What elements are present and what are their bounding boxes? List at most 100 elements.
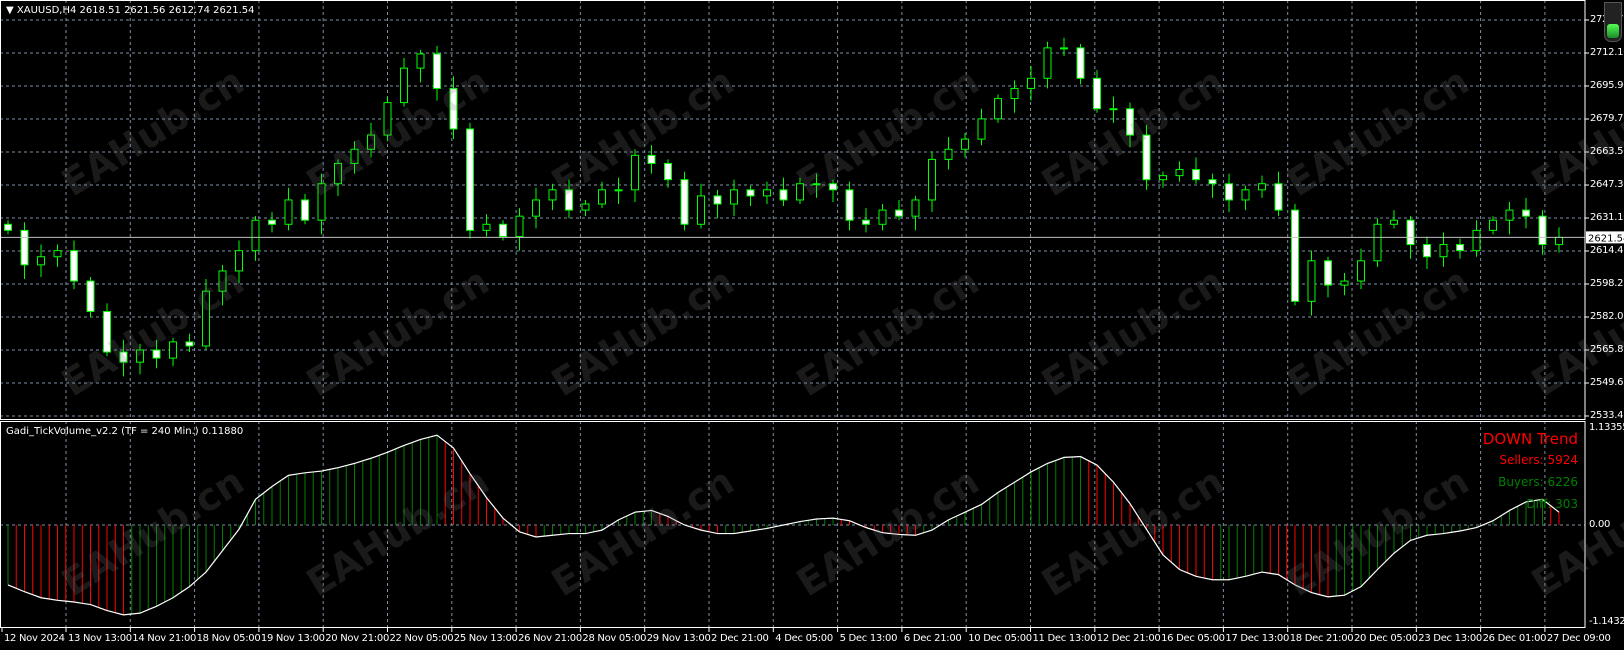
candle-bull: [317, 183, 326, 221]
candle-bear: [1225, 183, 1233, 201]
candle-bear: [1126, 108, 1134, 136]
candle-bull: [1307, 260, 1316, 302]
candle-bear: [1093, 77, 1101, 110]
candle-bear: [565, 189, 573, 211]
time-tick-label: 12 Nov 2024: [4, 633, 65, 644]
candle-bull: [1109, 108, 1118, 111]
candle-bull: [994, 98, 1002, 120]
trend-label: DOWN Trend: [1482, 430, 1578, 448]
candle-bull: [1489, 219, 1497, 231]
candle-bull: [812, 183, 821, 186]
time-tick-label: 16 Dec 05:00: [1161, 633, 1225, 644]
candle-bull: [961, 138, 969, 150]
candle-bull: [1555, 236, 1563, 246]
time-tick-label: 18 Dec 21:00: [1289, 633, 1354, 644]
time-tick-label: 10 Dec 05:00: [968, 633, 1032, 644]
time-tick-label: 19 Nov 13:00: [260, 633, 325, 644]
price-tick-label: 2565.85: [1590, 344, 1624, 355]
time-tick-label: 22 Nov 05:00: [389, 633, 454, 644]
chart-scale-slider[interactable]: [1604, 2, 1622, 42]
candle-bear: [829, 183, 837, 191]
time-tick-label: 20 Nov 21:00: [325, 633, 390, 644]
candle-bear: [466, 128, 474, 231]
candle-bull: [697, 195, 705, 225]
candle-bull: [37, 256, 45, 266]
candle-bull: [1373, 223, 1382, 262]
time-tick-label: 5 Dec 13:00: [839, 633, 898, 644]
candle-bull: [202, 290, 210, 347]
candle-bull: [944, 148, 953, 160]
candle-bear: [862, 219, 870, 225]
candle-bull: [1390, 219, 1398, 225]
symbol-label: XAUUSD,H4: [16, 5, 77, 16]
candle-bear: [664, 162, 672, 181]
candle-bear: [680, 179, 689, 225]
candle-bull: [53, 250, 62, 258]
candle-bull: [796, 183, 804, 201]
candle-bull: [1027, 77, 1035, 89]
indicator-axis-bottom: -1.14325: [1589, 616, 1624, 627]
candle-bear: [152, 349, 161, 359]
candle-bull: [218, 270, 227, 292]
price-tick-label: 2614.45: [1590, 245, 1624, 256]
candle-bull: [1010, 87, 1019, 100]
candle-bear: [647, 154, 656, 164]
candle-bull: [631, 154, 639, 191]
main-pane-border: [0, 0, 1586, 420]
candle-bull: [350, 148, 359, 164]
candle-bull: [977, 118, 986, 140]
candle-bull: [383, 102, 392, 136]
price-tick-label: 2598.25: [1590, 278, 1624, 289]
candle-bear: [185, 341, 194, 347]
time-tick-label: 18 Nov 05:00: [196, 633, 261, 644]
time-tick-label: 2 Dec 21:00: [711, 633, 769, 644]
price-tick-label: 2712.10: [1590, 47, 1624, 58]
candle-bull: [911, 199, 920, 217]
candle-bear: [1522, 209, 1530, 217]
candle-bear: [1142, 134, 1151, 181]
candle-bull: [763, 189, 771, 197]
candle-bear: [103, 310, 111, 353]
candle-bull: [416, 53, 425, 69]
candle-bear: [449, 87, 458, 130]
candle-bear: [1208, 179, 1217, 185]
candle-bear: [268, 219, 276, 225]
slider-knob[interactable]: [1607, 24, 1619, 38]
candle-bear: [1291, 209, 1299, 302]
chart-header: ▼ XAUUSD,H4 2618.51 2621.56 2612.74 2621…: [6, 5, 254, 16]
candle-bull: [598, 189, 606, 205]
time-tick-label: 13 Nov 13:00: [68, 633, 132, 644]
price-tick-label: 2679.70: [1590, 113, 1624, 124]
candle-bull: [136, 349, 144, 363]
price-tick-label: 2582.05: [1590, 311, 1624, 322]
candle-bull: [1439, 244, 1448, 258]
candle-bear: [895, 209, 903, 217]
candle-bear: [70, 250, 78, 282]
candle-bull: [482, 223, 491, 231]
price-tick-label: 2695.90: [1590, 80, 1624, 91]
current-price-label: 2621.54: [1588, 233, 1624, 244]
price-tick-label: 2647.30: [1590, 179, 1624, 190]
candle-bear: [119, 351, 128, 363]
candle-bull: [532, 199, 540, 217]
time-tick-label: 28 Nov 05:00: [582, 633, 647, 644]
collapse-triangle-icon[interactable]: ▼: [6, 5, 14, 16]
candle-bull: [1175, 169, 1184, 177]
candle-bull: [251, 219, 260, 252]
price-chart[interactable]: 2621.54: [0, 0, 1624, 650]
candle-bull: [515, 215, 524, 237]
candle-bull: [334, 162, 342, 185]
candle-bull: [614, 189, 623, 192]
diff-label: Diff: 303: [1526, 497, 1578, 511]
time-tick-label: 12 Dec 21:00: [1096, 633, 1161, 644]
candle-bear: [499, 223, 507, 237]
candle-bull: [1060, 47, 1068, 50]
candle-bear: [86, 280, 95, 312]
candle-bear: [1324, 260, 1332, 286]
candle-bull: [581, 203, 590, 211]
candle-bear: [713, 195, 722, 205]
time-tick-label: 14 Nov 21:00: [132, 633, 197, 644]
candle-bull: [878, 209, 887, 225]
candle-bear: [746, 189, 755, 197]
candle-bull: [169, 341, 177, 359]
